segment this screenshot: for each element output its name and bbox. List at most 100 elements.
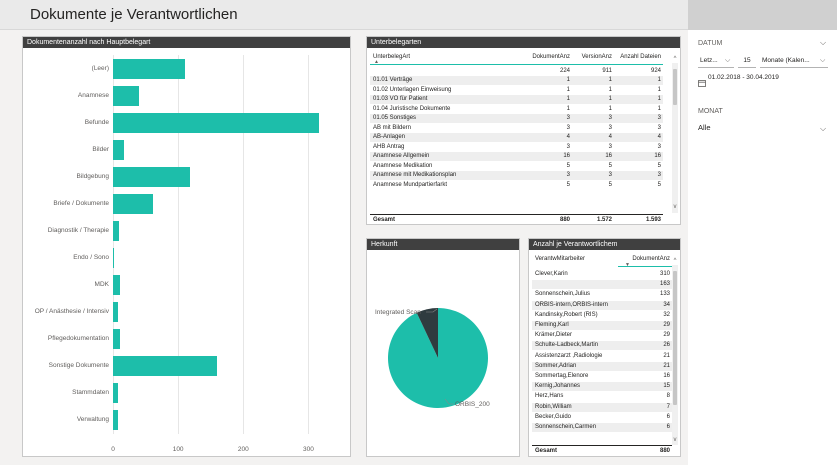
table-row[interactable]: Kernig,Johannes 15 xyxy=(532,382,672,392)
total-cell: 880 xyxy=(659,448,670,454)
monat-slicer-label: MONAT xyxy=(698,108,723,115)
total-cell: Gesamt xyxy=(373,217,396,223)
table-row[interactable]: Fleming,Karl 29 xyxy=(532,321,672,330)
table-row[interactable]: Kandinsky,Robert (RIS) 32 xyxy=(532,311,672,320)
table-cell: 1 xyxy=(657,86,661,93)
table-cell: 1 xyxy=(657,96,661,102)
table-cell: 5 xyxy=(608,181,612,188)
header-underline xyxy=(370,64,663,65)
bar[interactable] xyxy=(113,112,319,133)
table-row[interactable]: AB mit Bildern 3 3 3 xyxy=(370,124,663,133)
table-cell: 4 xyxy=(566,134,570,140)
total-cell: 1.572 xyxy=(596,217,612,223)
table-row[interactable]: Assistenzarzt ,Radiologie 21 xyxy=(532,352,672,361)
scrollbar-thumb[interactable] xyxy=(673,69,677,105)
unterbelegarten-grid: UnterbelegArt DokumentAnz VersionAnz Anz… xyxy=(370,50,672,224)
table-row[interactable]: Krämer,Dieter 29 xyxy=(532,331,672,340)
table-scrollbar[interactable] xyxy=(672,265,678,445)
table-cell: 3 xyxy=(657,115,661,121)
sort-descending-icon[interactable]: ▼ xyxy=(625,262,630,268)
column-header-versionanz[interactable]: VersionAnz xyxy=(572,52,612,62)
table-row[interactable]: AB-Anlagen 4 4 4 xyxy=(370,133,663,142)
table-row[interactable]: 01.04 Juristische Dokumente 1 1 1 xyxy=(370,105,663,114)
scroll-up-icon[interactable]: ^ xyxy=(672,258,678,264)
table-cell: 26 xyxy=(663,342,670,349)
relative-count-input[interactable]: 15 xyxy=(738,55,756,68)
chevron-down-icon[interactable]: ⌵ xyxy=(820,38,826,48)
category-label: (Leer) xyxy=(91,64,109,72)
table-row[interactable]: Sonnenschein,Julius 133 xyxy=(532,290,672,299)
relative-option-dropdown[interactable]: Letz... ⌵ xyxy=(698,55,734,68)
column-header-verantwmitarbeiter[interactable]: VerantwMitarbeiter xyxy=(535,254,585,264)
table-row[interactable]: Schulte-Ladbeck,Martin 26 xyxy=(532,341,672,351)
table-row[interactable]: 163 xyxy=(532,280,672,290)
table-cell: 1 xyxy=(657,77,661,83)
table-row[interactable]: Anamnese Allgemein 16 16 16 xyxy=(370,152,663,161)
table-row[interactable]: AHB Antrag 3 3 3 xyxy=(370,143,663,152)
table-row[interactable]: Anamnese mit Medikationsplan 3 3 3 xyxy=(370,171,663,180)
table-cell: 16 xyxy=(605,153,612,159)
bar[interactable] xyxy=(113,329,121,350)
bar[interactable] xyxy=(113,302,119,323)
table-row[interactable]: 01.02 Unterlagen Einweisung 1 1 1 xyxy=(370,86,663,95)
hauptbelegart-bar-chart[interactable]: Dokumentenanzahl nach Hauptbelegart 0 100… xyxy=(22,36,351,457)
pie-label: ORBIS_200 xyxy=(455,401,490,408)
scroll-down-icon[interactable]: v xyxy=(672,437,678,443)
table-row[interactable]: 01.05 Sonstiges 3 3 3 xyxy=(370,114,663,123)
table-row[interactable]: Anamnese Mundpartierfarkt 5 5 5 xyxy=(370,181,663,190)
relative-unit-value: Monate (Kalen... xyxy=(762,57,810,64)
table-cell: 1 xyxy=(566,96,570,102)
table-cell: 5 xyxy=(657,181,661,188)
table-row[interactable]: Becker,Guido 6 xyxy=(532,413,672,422)
bar[interactable] xyxy=(113,58,185,79)
calendar-icon[interactable] xyxy=(698,74,706,87)
bar[interactable] xyxy=(113,410,119,431)
relative-unit-dropdown[interactable]: Monate (Kalen... ⌵ xyxy=(760,55,828,68)
table-row[interactable]: 224 911 924 xyxy=(370,67,663,76)
bar[interactable] xyxy=(113,248,115,269)
bar-plot-area: 0 100 200 300 (Leer) Anamnese Befunde Bilder Bil… xyxy=(23,37,350,456)
table-cell: 5 xyxy=(657,162,661,169)
bar[interactable] xyxy=(113,166,190,187)
table-cell: 163 xyxy=(659,281,670,288)
table-row[interactable]: Robin,William 7 xyxy=(532,402,672,412)
unterbelegarten-table[interactable]: Unterbelegarten UnterbelegArt DokumentAn… xyxy=(366,36,681,225)
bar[interactable] xyxy=(113,220,119,241)
bar[interactable] xyxy=(113,193,154,214)
table-row[interactable]: Clever,Karin 310 xyxy=(532,270,672,279)
table-row[interactable]: Herz,Hans 8 xyxy=(532,392,672,401)
table-cell: ORBIS-intern,ORBIS-intern xyxy=(535,301,609,308)
total-row: Gesamt 880 xyxy=(532,445,672,455)
scroll-up-icon[interactable]: ^ xyxy=(672,56,678,62)
bar[interactable] xyxy=(113,383,118,404)
table-row[interactable]: ORBIS-intern,ORBIS-intern 34 xyxy=(532,300,672,310)
column-header-anzahl-dateien[interactable]: Anzahl Dateien xyxy=(614,52,661,62)
table-row[interactable]: Sommertag,Elenore 16 xyxy=(532,372,672,381)
table-cell: Kandinsky,Robert (RIS) xyxy=(535,311,598,318)
table-cell: 15 xyxy=(663,383,670,390)
table-cell: 29 xyxy=(663,332,670,339)
table-cell: 01.02 Unterlagen Einweisung xyxy=(373,86,452,93)
table-cell: 01.03 VO für Patient xyxy=(373,96,428,102)
monat-dropdown[interactable]: Alle ⌵ xyxy=(696,122,830,138)
bar[interactable] xyxy=(113,85,140,106)
bar[interactable] xyxy=(113,275,121,296)
bar[interactable] xyxy=(113,139,125,160)
table-row[interactable]: Sonnenschein,Carmen 6 xyxy=(532,423,672,432)
table-row[interactable]: Anamnese Medikation 5 5 5 xyxy=(370,162,663,171)
table-row[interactable]: 01.01 Verträge 1 1 1 xyxy=(370,76,663,85)
table-scrollbar[interactable] xyxy=(672,63,678,213)
scroll-down-icon[interactable]: v xyxy=(672,204,678,210)
bar[interactable] xyxy=(113,356,218,377)
verantwortliche-table[interactable]: Anzahl je Verantwortlichem VerantwMitarb… xyxy=(528,238,681,457)
column-header-dokumentanz[interactable]: DokumentAnz xyxy=(512,52,570,62)
scrollbar-thumb[interactable] xyxy=(673,271,677,405)
table-cell: Anamnese Allgemein xyxy=(373,153,430,159)
table-row[interactable]: 01.03 VO für Patient 1 1 1 xyxy=(370,95,663,104)
date-range-text: 01.02.2018 - 30.04.2019 xyxy=(708,74,779,81)
category-label: Endo / Sono xyxy=(73,254,109,262)
herkunft-pie-chart[interactable]: Herkunft Integrated Scan ORBIS_200 xyxy=(366,238,520,457)
table-row[interactable]: Sommer,Adrian 21 xyxy=(532,361,672,371)
datum-slicer-label: DATUM xyxy=(698,40,723,47)
table-cell: Herz,Hans xyxy=(535,393,564,400)
